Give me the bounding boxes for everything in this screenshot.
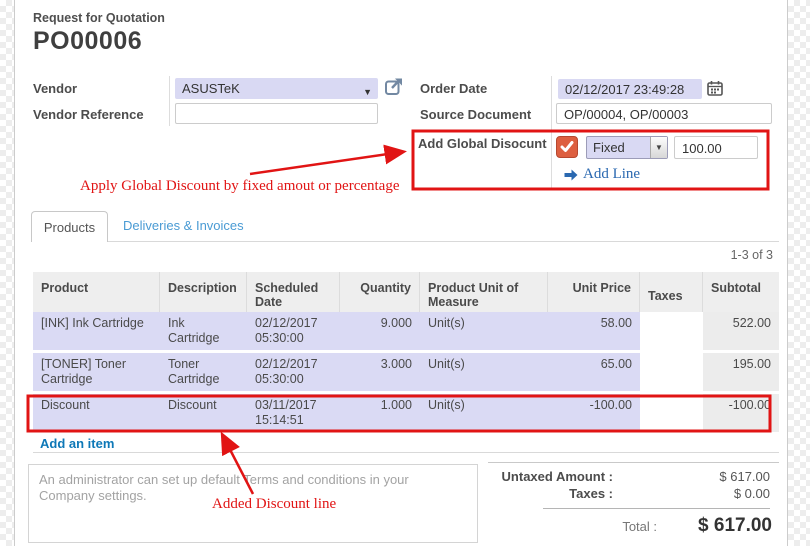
source-document-input[interactable] (556, 103, 772, 124)
cell-quantity: 1.000 (340, 394, 420, 435)
cell-product: Discount (33, 394, 160, 435)
vendor-reference-input[interactable] (175, 103, 378, 124)
chevron-down-icon: ▼ (363, 83, 372, 99)
discount-type-select[interactable]: Fixed ▼ (586, 136, 668, 159)
cell-taxes (640, 394, 703, 435)
totals-top-divider (488, 462, 779, 463)
cell-quantity: 3.000 (340, 353, 420, 394)
annotation-arrow-discount (250, 152, 402, 174)
cell-taxes (640, 312, 703, 353)
add-line-label: Add Line (583, 166, 640, 183)
tab-deliveries-invoices[interactable]: Deliveries & Invoices (123, 218, 244, 233)
total-label: Total : (488, 519, 669, 534)
form-right-separator (551, 76, 552, 188)
cell-scheduled-date: 03/11/2017 15:14:51 (247, 394, 340, 435)
global-discount-label: Add Global Disocunt (418, 136, 547, 151)
cell-product: [TONER] Toner Cartridge (33, 353, 160, 394)
form-left-separator (169, 76, 170, 126)
vendor-value: ASUSTeK (182, 81, 240, 96)
list-bottom-divider (33, 452, 779, 453)
source-document-label: Source Document (420, 107, 531, 122)
cell-quantity: 9.000 (340, 312, 420, 353)
add-line-button[interactable]: Add Line (564, 166, 640, 183)
annotation-note-global-discount: Apply Global Discount by fixed amout or … (80, 178, 400, 195)
cell-uom: Unit(s) (420, 394, 548, 435)
order-date-input[interactable]: 02/12/2017 23:49:28 (558, 79, 702, 99)
table-row[interactable]: [INK] Ink Cartridge Ink Cartridge 02/12/… (33, 312, 779, 353)
tabbar-divider (31, 241, 779, 242)
cell-subtotal: -100.00 (703, 394, 779, 435)
cell-product: [INK] Ink Cartridge (33, 312, 160, 353)
cell-uom: Unit(s) (420, 353, 548, 394)
arrow-right-icon (564, 169, 578, 181)
col-taxes[interactable]: Taxes (640, 272, 703, 312)
totals-block: Untaxed Amount : $ 617.00 Taxes : $ 0.00… (488, 469, 779, 539)
col-description[interactable]: Description (160, 272, 247, 312)
cell-description: Ink Cartridge (160, 312, 247, 353)
col-uom[interactable]: Product Unit of Measure (420, 272, 548, 312)
col-product[interactable]: Product (33, 272, 160, 312)
untaxed-amount-value: $ 617.00 (613, 469, 779, 484)
page-title: PO00006 (33, 27, 142, 56)
external-link-icon[interactable] (384, 77, 403, 101)
untaxed-amount-label: Untaxed Amount : (488, 469, 613, 484)
document-type-label: Request for Quotation (33, 11, 165, 25)
tab-products[interactable]: Products (31, 211, 108, 242)
totals-divider (543, 508, 770, 509)
cell-uom: Unit(s) (420, 312, 548, 353)
annotation-note-discount-line: Added Discount line (212, 496, 336, 513)
discount-amount-input[interactable] (674, 136, 758, 159)
total-value: $ 617.00 (669, 515, 779, 537)
taxes-value: $ 0.00 (613, 486, 779, 501)
table-row-discount[interactable]: Discount Discount 03/11/2017 15:14:51 1.… (33, 394, 779, 435)
add-an-item-button[interactable]: Add an item (40, 436, 114, 451)
table-row[interactable]: [TONER] Toner Cartridge Toner Cartridge … (33, 353, 779, 394)
cell-description: Toner Cartridge (160, 353, 247, 394)
col-scheduled-date[interactable]: Scheduled Date (247, 272, 340, 312)
col-unit-price[interactable]: Unit Price (548, 272, 640, 312)
check-icon (560, 141, 574, 153)
cell-scheduled-date: 02/12/2017 05:30:00 (247, 353, 340, 394)
page-edge-left (0, 0, 15, 546)
discount-type-value: Fixed (587, 137, 650, 158)
cell-scheduled-date: 02/12/2017 05:30:00 (247, 312, 340, 353)
pager: 1-3 of 3 (620, 248, 773, 262)
cell-unit-price: 58.00 (548, 312, 640, 353)
cell-unit-price: -100.00 (548, 394, 640, 435)
table-header-row: Product Description Scheduled Date Quant… (33, 272, 779, 312)
chevron-down-icon: ▼ (650, 137, 667, 158)
page-edge-right (787, 0, 810, 546)
vendor-reference-label: Vendor Reference (33, 107, 144, 122)
cell-subtotal: 522.00 (703, 312, 779, 353)
cell-subtotal: 195.00 (703, 353, 779, 394)
taxes-label: Taxes : (488, 486, 613, 501)
order-date-label: Order Date (420, 81, 487, 96)
cell-unit-price: 65.00 (548, 353, 640, 394)
col-subtotal[interactable]: Subtotal (703, 272, 779, 312)
vendor-select[interactable]: ASUSTeK ▼ (175, 78, 378, 99)
tab-products-label: Products (44, 220, 95, 235)
order-lines-table: Product Description Scheduled Date Quant… (33, 272, 779, 435)
cell-description: Discount (160, 394, 247, 435)
vendor-label: Vendor (33, 81, 77, 96)
cell-taxes (640, 353, 703, 394)
global-discount-checkbox[interactable] (556, 136, 578, 158)
col-quantity[interactable]: Quantity (340, 272, 420, 312)
calendar-icon[interactable] (707, 80, 723, 101)
